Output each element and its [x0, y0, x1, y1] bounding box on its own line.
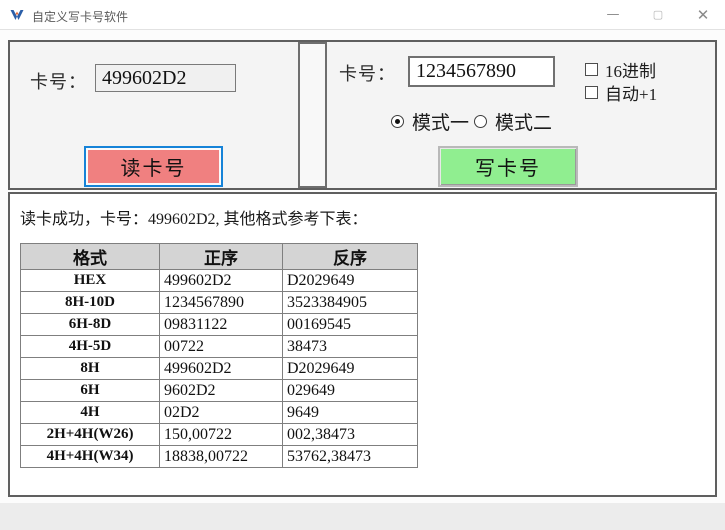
table-cell: 4H — [21, 402, 160, 424]
table-row: 8H-10D 1234567890 3523384905 — [21, 292, 418, 314]
write-card-input[interactable] — [408, 56, 555, 87]
hex-checkbox-label: 16进制 — [605, 57, 656, 82]
auto-inc-checkbox[interactable]: 自动+1 — [585, 80, 657, 105]
app-window: 自定义写卡号软件 — ▢ ✕ 卡号： 读卡号 卡号： 16进制 自动+1 模式一 — [0, 0, 725, 530]
mode1-radio-label: 模式一 — [412, 108, 469, 135]
table-cell: 38473 — [283, 336, 418, 358]
table-row: 6H 9602D2 029649 — [21, 380, 418, 402]
table-cell: 6H — [21, 380, 160, 402]
app-logo-icon — [9, 7, 25, 23]
table-cell: 499602D2 — [160, 358, 283, 380]
table-row: HEX 499602D2 D2029649 — [21, 270, 418, 292]
minimize-button[interactable]: — — [596, 0, 630, 29]
table-cell: 2H+4H(W26) — [21, 424, 160, 446]
write-card-label: 卡号： — [339, 60, 396, 86]
close-icon: ✕ — [697, 6, 710, 24]
mode2-radio-icon[interactable] — [474, 115, 487, 128]
table-row: 4H+4H(W34) 18838,00722 53762,38473 — [21, 446, 418, 468]
auto-inc-checkbox-label: 自动+1 — [605, 80, 657, 105]
auto-inc-checkbox-box-icon[interactable] — [585, 86, 598, 99]
panel-divider — [298, 42, 327, 188]
table-cell: 4H+4H(W34) — [21, 446, 160, 468]
control-panel: 卡号： 读卡号 卡号： 16进制 自动+1 模式一 模式二 写卡号 — [8, 40, 717, 190]
table-cell: D2029649 — [283, 270, 418, 292]
status-text: 读卡成功，卡号：499602D2, 其他格式参考下表： — [20, 205, 368, 229]
read-card-label: 卡号： — [30, 68, 87, 94]
table-cell: 00169545 — [283, 314, 418, 336]
hex-checkbox-box-icon[interactable] — [585, 63, 598, 76]
table-cell: 9602D2 — [160, 380, 283, 402]
table-row: 4H 02D2 9649 — [21, 402, 418, 424]
hex-checkbox[interactable]: 16进制 — [585, 57, 656, 82]
table-row: 2H+4H(W26) 150,00722 002,38473 — [21, 424, 418, 446]
minimize-icon: — — [607, 7, 620, 22]
window-title: 自定义写卡号软件 — [32, 8, 128, 25]
read-card-button[interactable]: 读卡号 — [84, 146, 223, 187]
table-cell: 18838,00722 — [160, 446, 283, 468]
maximize-button[interactable]: ▢ — [641, 0, 675, 29]
table-cell: 4H-5D — [21, 336, 160, 358]
table-cell: 6H-8D — [21, 314, 160, 336]
table-cell: 8H-10D — [21, 292, 160, 314]
table-cell: 00722 — [160, 336, 283, 358]
table-cell: 029649 — [283, 380, 418, 402]
result-panel: 读卡成功，卡号：499602D2, 其他格式参考下表： 格式 正序 反序 HEX… — [8, 192, 717, 497]
read-card-button-label: 读卡号 — [121, 152, 187, 181]
table-cell: 53762,38473 — [283, 446, 418, 468]
table-cell: D2029649 — [283, 358, 418, 380]
mode1-radio-icon[interactable] — [391, 115, 404, 128]
table-cell: 1234567890 — [160, 292, 283, 314]
status-strip — [0, 503, 725, 530]
table-cell: 9649 — [283, 402, 418, 424]
close-button[interactable]: ✕ — [686, 0, 720, 29]
table-cell: 499602D2 — [160, 270, 283, 292]
table-cell: 02D2 — [160, 402, 283, 424]
table-row: 4H-5D 00722 38473 — [21, 336, 418, 358]
table-cell: 150,00722 — [160, 424, 283, 446]
mode2-radio-label: 模式二 — [495, 108, 552, 135]
read-card-input[interactable] — [95, 64, 236, 92]
table-cell: 3523384905 — [283, 292, 418, 314]
write-card-button-label: 写卡号 — [475, 152, 541, 181]
column-header-reverse: 反序 — [283, 244, 418, 270]
mode1-radio[interactable]: 模式一 — [391, 108, 469, 135]
maximize-icon: ▢ — [653, 8, 663, 21]
title-bar: 自定义写卡号软件 — ▢ ✕ — [0, 0, 725, 30]
table-cell: 002,38473 — [283, 424, 418, 446]
table-row: 8H 499602D2 D2029649 — [21, 358, 418, 380]
table-cell: 09831122 — [160, 314, 283, 336]
table-cell: HEX — [21, 270, 160, 292]
table-cell: 8H — [21, 358, 160, 380]
column-header-forward: 正序 — [160, 244, 283, 270]
write-card-button[interactable]: 写卡号 — [438, 146, 578, 187]
mode2-radio[interactable]: 模式二 — [474, 108, 552, 135]
format-table: 格式 正序 反序 HEX 499602D2 D2029649 8H-10D 12… — [20, 243, 418, 468]
column-header-format: 格式 — [21, 244, 160, 270]
table-header-row: 格式 正序 反序 — [21, 244, 418, 270]
table-row: 6H-8D 09831122 00169545 — [21, 314, 418, 336]
